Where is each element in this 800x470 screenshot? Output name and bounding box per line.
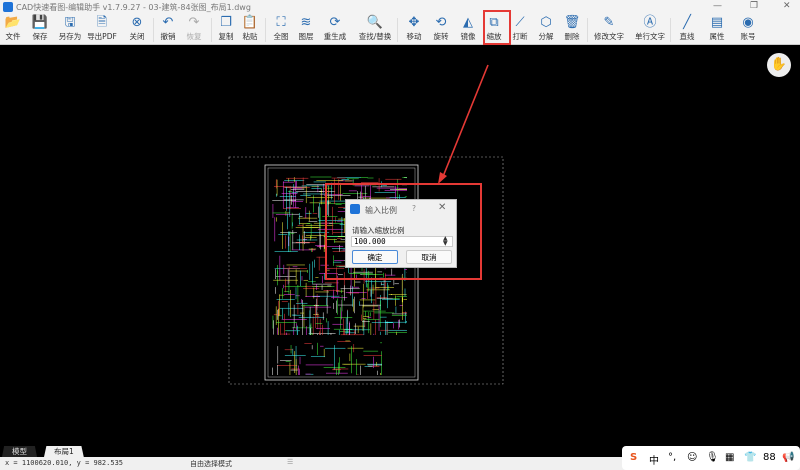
close-window-button[interactable]: ✕	[783, 1, 791, 11]
toolbar-separator	[265, 18, 266, 42]
ime-item[interactable]: 中	[649, 452, 659, 467]
mirror-icon: ◭	[463, 15, 473, 30]
scale-highlight-box	[483, 10, 511, 45]
dialog-title: 输入比例	[365, 206, 397, 215]
toolbar-separator	[670, 18, 671, 42]
window-title: CAD快速看图-编辑助手 v1.7.9.27 - 03-建筑-84张图_布局1.…	[16, 3, 251, 12]
pan-hand-button[interactable]: ✋	[767, 53, 791, 77]
dialog-app-icon	[350, 204, 360, 214]
spinner-arrows[interactable]: ▲ ▼	[443, 236, 448, 247]
delete-icon: 🗑	[563, 15, 581, 30]
toolbar-button-edit-text[interactable]: ✎ 修改文字	[594, 15, 624, 44]
ime-item[interactable]: °,	[668, 452, 676, 463]
pdf-icon: 🗎	[96, 15, 108, 30]
title-bar: CAD快速看图-编辑助手 v1.7.9.27 - 03-建筑-84张图_布局1.…	[0, 0, 800, 14]
toolbar-button-find-replace[interactable]: 🔍 查找/替换	[359, 15, 392, 44]
tab-layout1[interactable]: 布局1	[44, 446, 84, 457]
rotate-icon: ⟲	[435, 15, 447, 30]
line-icon: ╱	[683, 15, 691, 30]
minimize-button[interactable]: —	[713, 1, 722, 11]
cancel-button[interactable]: 取消	[406, 250, 452, 264]
help-button[interactable]: ?	[412, 204, 416, 213]
properties-icon: ▤	[710, 15, 724, 30]
account-icon: ◉	[742, 15, 754, 30]
toolbar-button-delete[interactable]: 🗑 删除	[558, 15, 586, 44]
edit-text-icon: ✎	[603, 15, 615, 30]
ime-item[interactable]: ▦	[725, 452, 734, 463]
toolbar-label: 重生成	[323, 32, 347, 41]
scale-input[interactable]	[351, 236, 453, 247]
toolbar-label: 账号	[740, 32, 756, 41]
toolbar-separator	[587, 18, 588, 42]
close-circle-icon: ⊗	[131, 15, 143, 30]
ime-item[interactable]: S	[630, 452, 637, 463]
ime-item[interactable]: 🎙	[706, 452, 719, 463]
annotation-arrow	[441, 64, 489, 180]
tab-model[interactable]: 模型	[2, 446, 37, 457]
toolbar-button-regenerate[interactable]: ⟳ 重生成	[321, 15, 349, 44]
menu-icon[interactable]: ☰	[287, 458, 293, 466]
ime-item[interactable]: 👕	[744, 452, 756, 463]
ok-button[interactable]: 确定	[352, 250, 398, 264]
ime-item[interactable]: 📢	[782, 452, 794, 463]
toolbar-button-single-text[interactable]: Ⓐ 单行文字	[635, 15, 665, 44]
ime-toolbar: S 中 °, ☺ 🎙 ▦ 👕 88 📢	[622, 446, 800, 470]
paste-icon: 📋	[241, 15, 259, 30]
toolbar-separator	[153, 18, 154, 42]
save-as-icon: 🖫	[64, 15, 76, 30]
save-icon: 💾	[31, 15, 49, 30]
toolbar-label: 修改文字	[594, 32, 624, 41]
layers-icon: ≋	[300, 15, 312, 30]
selection-mode: 自由选择模式	[190, 460, 232, 468]
move-icon: ✥	[408, 15, 420, 30]
dialog-close-button[interactable]: ✕	[438, 202, 446, 213]
toolbar-separator	[211, 18, 212, 42]
toolbar-button-account[interactable]: ◉ 账号	[734, 15, 762, 44]
fit-view-icon: ⛶	[276, 15, 286, 30]
toolbar-button-pdf[interactable]: 🗎 导出PDF	[87, 15, 117, 44]
find-replace-icon: 🔍	[366, 15, 384, 30]
scale-input-dialog: 输入比例 ? ✕ 请输入缩放比例 ▲▼ 确定 取消	[345, 199, 457, 268]
undo-icon: ↶	[162, 15, 174, 30]
toolbar: 📂 文件 💾 保存 🖫 另存为 🗎 导出PDF ⊗ 关闭 ↶ 撤销 ↷ 恢复 ❐ 复制 📋 粘贴 ⛶ 全图 ≋ 图层 ⟳ 重生…	[0, 14, 800, 45]
explode-icon: ⬡	[540, 15, 552, 30]
redo-icon: ↷	[188, 15, 200, 30]
app-logo-icon	[3, 2, 13, 12]
ime-item[interactable]: 88	[763, 452, 776, 463]
folder-icon: 📂	[4, 15, 22, 30]
toolbar-separator	[397, 18, 398, 42]
regenerate-icon: ⟳	[329, 15, 341, 30]
coordinates-readout: x = 1100620.010, y = 982.535	[5, 459, 124, 467]
scale-prompt-label: 请输入缩放比例	[352, 226, 405, 235]
ime-item[interactable]: ☺	[687, 452, 697, 463]
restore-button[interactable]: ❐	[750, 1, 758, 11]
toolbar-label: 查找/替换	[358, 32, 392, 41]
single-text-icon: Ⓐ	[643, 15, 657, 30]
